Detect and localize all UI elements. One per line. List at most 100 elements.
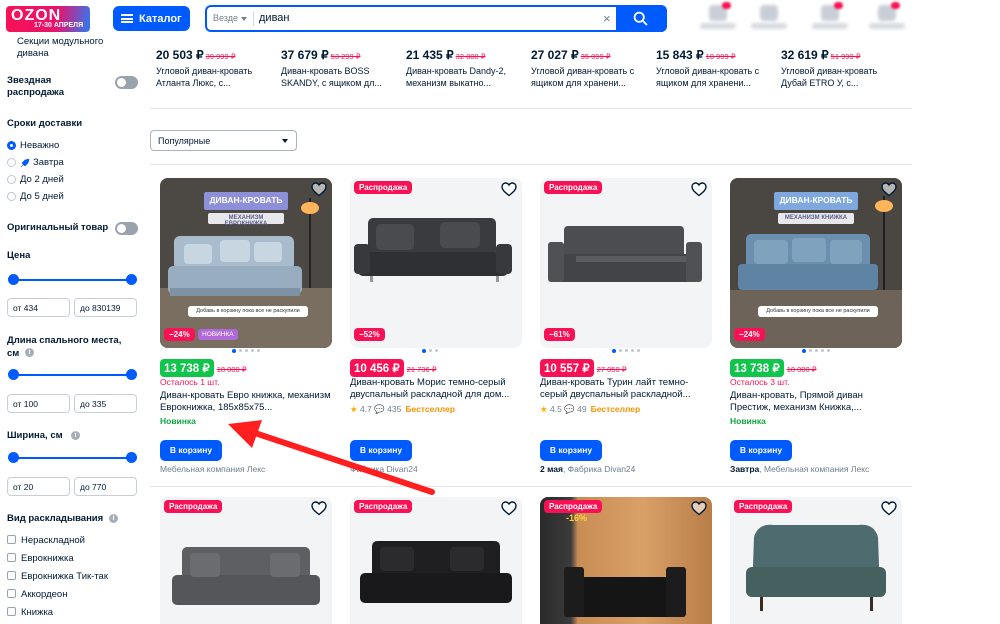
product-image[interactable]: Распродажа (730, 497, 902, 624)
price-from-input[interactable]: от 434 (7, 298, 70, 317)
price-slider-max-handle[interactable] (126, 274, 137, 285)
filter-option-modular-sections[interactable]: Секции модульного дивана (17, 36, 117, 60)
product-image[interactable]: Распродажа −61% (540, 178, 712, 348)
price-slider-track[interactable] (13, 279, 131, 281)
favorites-badge (834, 2, 843, 9)
carousel-item[interactable]: 20 503 ₽39 999 ₽ Угловой диван-кровать А… (156, 48, 274, 89)
sort-select[interactable]: Популярные (150, 130, 297, 151)
promo-title: ДИВАН-КРОВАТЬ (204, 192, 288, 210)
info-icon[interactable]: i (25, 348, 34, 357)
product-title[interactable]: Диван-кровать, Прямой диван Престиж, мех… (730, 390, 902, 414)
layout-checkbox[interactable] (7, 571, 16, 580)
product-image[interactable]: Распродажа −52% (350, 178, 522, 348)
catalog-button[interactable]: Каталог (113, 6, 190, 31)
seller-name[interactable]: Завтра, Мебельная компания Лекс (730, 464, 869, 474)
delivery-radio-2-days[interactable] (7, 175, 16, 184)
delivery-option-label[interactable]: Неважно (20, 140, 59, 151)
clear-icon[interactable]: × (603, 11, 611, 26)
heart-icon[interactable] (881, 182, 897, 197)
add-to-cart-button[interactable]: В корзину (350, 440, 412, 461)
product-image[interactable]: Распродажа (350, 497, 522, 624)
user-icon-label (700, 23, 736, 29)
heart-icon[interactable] (311, 501, 327, 516)
search-button[interactable] (616, 5, 667, 32)
price-slider-min-handle[interactable] (8, 274, 19, 285)
layout-option-label[interactable]: Аккордеон (21, 589, 67, 600)
pagination-dot (251, 349, 254, 352)
favorites-icon[interactable] (812, 2, 848, 33)
promo-subtitle: МЕХАНИЗМ КНИЖКА (778, 213, 854, 224)
carousel-item[interactable]: 15 843 ₽18 999 ₽ Угловой диван-кровать с… (656, 48, 774, 89)
heart-icon[interactable] (691, 182, 707, 197)
width-to-input[interactable]: до 770 (74, 477, 137, 496)
pagination-dot (625, 349, 628, 352)
rating-value: 4.5 (550, 404, 562, 414)
delivery-radio-5-days[interactable] (7, 192, 16, 201)
product-image[interactable]: Распродажа -16% (540, 497, 712, 624)
carousel-item[interactable]: 21 435 ₽32 888 ₽ Диван-кровать Dandy-2, … (406, 48, 524, 89)
stock-left: Осталось 1 шт. (160, 377, 220, 387)
seller-name[interactable]: 2 мая, Фабрика Divan24 (540, 464, 635, 474)
carousel-price: 32 619 ₽ (781, 48, 829, 62)
delivery-option-label[interactable]: Завтра (33, 157, 64, 168)
layout-option-label[interactable]: Еврокнижка Тик-так (21, 571, 108, 582)
info-icon[interactable]: i (71, 431, 80, 440)
length-slider-track[interactable] (13, 374, 131, 376)
product-title[interactable]: Диван-кровать Турин лайт темно-серый дву… (540, 377, 712, 401)
info-icon[interactable]: i (109, 514, 118, 523)
orders-icon[interactable] (751, 5, 787, 33)
heart-icon[interactable] (881, 501, 897, 516)
delivery-option-label[interactable]: До 2 дней (20, 174, 64, 185)
layout-option-label[interactable]: Книжка (21, 607, 53, 618)
carousel-item[interactable]: 27 027 ₽35 099 ₽ Угловой диван-кровать с… (531, 48, 649, 89)
width-slider-max-handle[interactable] (126, 452, 137, 463)
width-from-input[interactable]: от 20 (7, 477, 70, 496)
add-to-cart-button[interactable]: В корзину (540, 440, 602, 461)
sofa-image (746, 524, 886, 611)
layout-option-label[interactable]: Нераскладной (21, 535, 85, 546)
product-image[interactable]: ДИВАН-КРОВАТЬ МЕХАНИЗМ ЕВРОКНИЖКА Добавь… (160, 178, 332, 348)
heart-icon[interactable] (501, 182, 517, 197)
cart-icon[interactable] (869, 2, 905, 33)
length-slider-min-handle[interactable] (8, 369, 19, 380)
price-to-input[interactable]: до 830139 (74, 298, 137, 317)
delivery-option-label[interactable]: До 5 дней (20, 191, 64, 202)
layout-checkbox[interactable] (7, 607, 16, 616)
heart-icon[interactable] (311, 182, 327, 197)
original-item-toggle[interactable] (115, 222, 138, 235)
search-scope-select[interactable]: Везде (213, 13, 247, 23)
delivery-title: Сроки доставки (7, 118, 83, 129)
sofa-image (548, 226, 702, 282)
search-input[interactable]: диван (259, 12, 289, 24)
old-price: 21 736 ₽ (406, 365, 437, 374)
add-to-cart-button[interactable]: В корзину (730, 440, 792, 461)
product-title[interactable]: Диван-кровать Евро книжка, механизм Евро… (160, 390, 332, 414)
length-to-input[interactable]: до 335 (74, 394, 137, 413)
heart-icon[interactable] (501, 501, 517, 516)
sofa-image (354, 218, 512, 282)
delivery-radio-any[interactable] (7, 141, 16, 150)
ozon-logo[interactable]: OZON 17-30 АПРЕЛЯ (6, 6, 90, 32)
user-icon[interactable] (700, 2, 736, 33)
heart-icon[interactable] (691, 501, 707, 516)
product-image[interactable]: Распродажа (160, 497, 332, 624)
width-slider-track[interactable] (13, 457, 131, 459)
seller-name[interactable]: Мебельная компания Лекс (160, 464, 265, 474)
product-image[interactable]: ДИВАН-КРОВАТЬ МЕХАНИЗМ КНИЖКА Добавь в к… (730, 178, 902, 348)
length-slider-max-handle[interactable] (126, 369, 137, 380)
star-sale-toggle[interactable] (115, 76, 138, 89)
layout-checkbox[interactable] (7, 535, 16, 544)
product-title[interactable]: Диван-кровать Морис темно-серый двуспаль… (350, 377, 522, 401)
layout-option-label[interactable]: Еврокнижка (21, 553, 74, 564)
length-from-input[interactable]: от 100 (7, 394, 70, 413)
add-to-cart-button[interactable]: В корзину (160, 440, 222, 461)
layout-checkbox[interactable] (7, 589, 16, 598)
logo-sale-dates: 17-30 АПРЕЛЯ (34, 22, 84, 29)
layout-checkbox[interactable] (7, 553, 16, 562)
delivery-radio-tomorrow[interactable] (7, 158, 16, 167)
seller-name[interactable]: Фабрика Divan24 (350, 464, 418, 474)
carousel-title: Угловой диван-кровать Атланта Люкс, с... (156, 66, 253, 88)
width-slider-min-handle[interactable] (8, 452, 19, 463)
carousel-item[interactable]: 37 679 ₽53 299 ₽ Диван-кровать BOSS SKAN… (281, 48, 399, 89)
carousel-item[interactable]: 32 619 ₽51 999 ₽ Угловой диван-кровать Д… (781, 48, 899, 89)
